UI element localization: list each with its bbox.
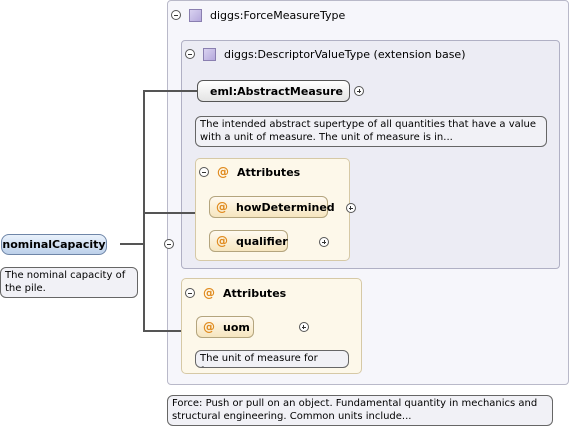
- connector-line: [143, 330, 181, 332]
- force-measure-type-label: diggs:ForceMeasureType: [210, 8, 346, 22]
- attribute-uom[interactable]: @ uom: [196, 316, 254, 338]
- expand-icon[interactable]: [319, 237, 329, 247]
- connector-line: [143, 91, 145, 331]
- nominal-capacity-doc: The nominal capacity of the pile.: [0, 267, 138, 298]
- attribute-icon: @: [216, 234, 228, 248]
- attribute-name: qualifier: [236, 234, 288, 248]
- attribute-icon: @: [203, 286, 215, 300]
- attribute-icon: @: [216, 200, 228, 214]
- abstract-measure-label: eml:AbstractMeasure: [210, 84, 344, 98]
- expand-icon[interactable]: [354, 86, 364, 96]
- attribute-name: howDetermined: [236, 200, 335, 214]
- collapse-icon[interactable]: [171, 10, 181, 20]
- complex-type-icon: [203, 47, 216, 61]
- abstract-measure-doc: The intended abstract supertype of all q…: [195, 116, 547, 147]
- collapse-icon[interactable]: [164, 239, 174, 249]
- expand-icon[interactable]: [298, 322, 309, 332]
- attribute-qualifier[interactable]: @ qualifier: [209, 230, 288, 252]
- collapse-icon[interactable]: [185, 49, 195, 59]
- expand-icon[interactable]: [345, 203, 356, 213]
- attributes-label: Attributes: [237, 165, 301, 179]
- descriptor-attributes-header: @ Attributes: [199, 164, 300, 180]
- attribute-name: uom: [223, 320, 250, 334]
- connector-line: [143, 90, 197, 92]
- uom-attributes-header: @ Attributes: [185, 285, 286, 301]
- connector-line: [143, 212, 195, 214]
- descriptor-value-type-header: diggs:DescriptorValueType (extension bas…: [185, 46, 465, 62]
- complex-type-icon: [189, 8, 202, 22]
- connector-line: [120, 243, 144, 245]
- attribute-icon: @: [217, 165, 229, 179]
- descriptor-value-type-label: diggs:DescriptorValueType (extension bas…: [224, 47, 466, 61]
- collapse-icon[interactable]: [185, 288, 195, 298]
- attributes-label: Attributes: [223, 286, 287, 300]
- uom-doc: The unit of measure for force.: [195, 350, 349, 368]
- collapse-icon[interactable]: [199, 167, 209, 177]
- attribute-icon: @: [203, 320, 215, 334]
- force-measure-type-doc: Force: Push or pull on an object. Fundam…: [167, 395, 553, 426]
- nominal-capacity-element[interactable]: nominalCapacity: [1, 234, 107, 255]
- abstract-measure-element[interactable]: eml:AbstractMeasure: [197, 80, 350, 102]
- nominal-capacity-label: nominalCapacity: [2, 238, 106, 251]
- force-measure-type-header: diggs:ForceMeasureType: [171, 7, 345, 23]
- attribute-how-determined[interactable]: @ howDetermined: [209, 196, 335, 218]
